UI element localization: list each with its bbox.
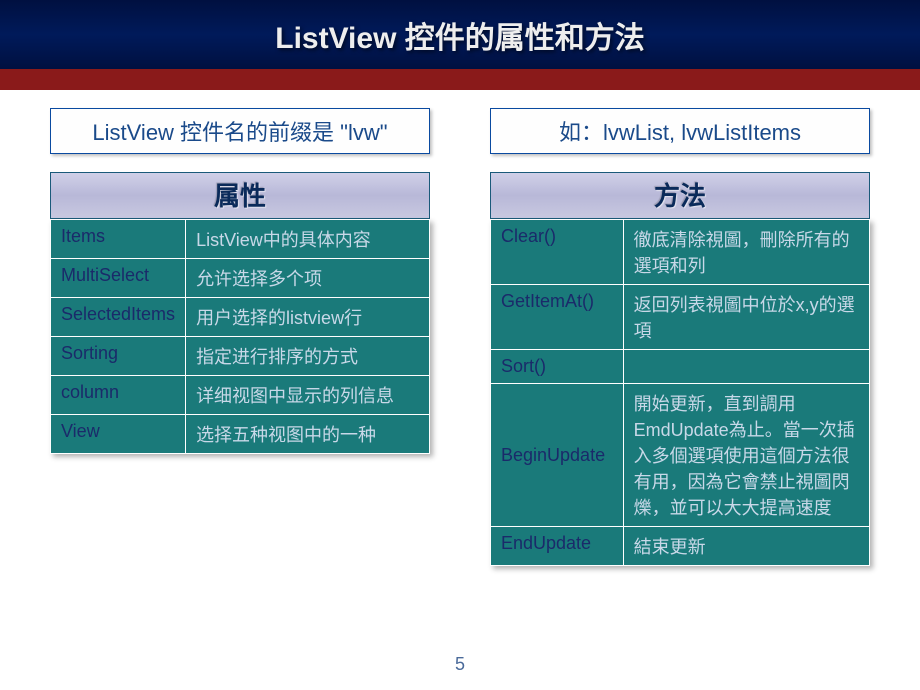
method-name: Sort() [491, 350, 624, 384]
method-desc: 徹底清除視圖，刪除所有的選項和列 [623, 220, 869, 285]
right-column: 如：lvwList, lvwListItems 方法 Clear() 徹底清除視… [490, 108, 870, 566]
method-desc: 結束更新 [623, 527, 869, 566]
method-name: EndUpdate [491, 527, 624, 566]
left-column: ListView 控件名的前缀是 "lvw" 属性 Items ListView… [50, 108, 430, 566]
left-caption: ListView 控件名的前缀是 "lvw" [50, 108, 430, 154]
table-row: MultiSelect 允许选择多个项 [51, 259, 430, 298]
property-name: SelectedItems [51, 298, 186, 337]
property-desc: 允许选择多个项 [186, 259, 430, 298]
method-desc [623, 350, 869, 384]
table-row: EndUpdate 結束更新 [491, 527, 870, 566]
properties-table: Items ListView中的具体内容 MultiSelect 允许选择多个项… [50, 219, 430, 454]
property-desc: 指定进行排序的方式 [186, 337, 430, 376]
table-row: Clear() 徹底清除視圖，刪除所有的選項和列 [491, 220, 870, 285]
property-name: MultiSelect [51, 259, 186, 298]
left-header: 属性 [50, 172, 430, 219]
table-row: View 选择五种视图中的一种 [51, 415, 430, 454]
table-row: column 详细视图中显示的列信息 [51, 376, 430, 415]
property-name: column [51, 376, 186, 415]
method-name: Clear() [491, 220, 624, 285]
table-row: BeginUpdate 開始更新，直到調用EmdUpdate為止。當一次插入多個… [491, 384, 870, 527]
red-stripe [0, 72, 920, 90]
right-header: 方法 [490, 172, 870, 219]
property-name: Sorting [51, 337, 186, 376]
right-caption: 如：lvwList, lvwListItems [490, 108, 870, 154]
methods-table: Clear() 徹底清除視圖，刪除所有的選項和列 GetItemAt() 返回列… [490, 219, 870, 566]
method-desc: 返回列表視圖中位於x,y的選項 [623, 285, 869, 350]
table-row: GetItemAt() 返回列表視圖中位於x,y的選項 [491, 285, 870, 350]
property-desc: 选择五种视图中的一种 [186, 415, 430, 454]
method-desc: 開始更新，直到調用EmdUpdate為止。當一次插入多個選項使用這個方法很有用，… [623, 384, 869, 527]
title-bar: ListView 控件的属性和方法 [0, 0, 920, 72]
property-name: Items [51, 220, 186, 259]
property-desc: 用户选择的listview行 [186, 298, 430, 337]
property-name: View [51, 415, 186, 454]
property-desc: ListView中的具体内容 [186, 220, 430, 259]
table-row: Items ListView中的具体内容 [51, 220, 430, 259]
property-desc: 详细视图中显示的列信息 [186, 376, 430, 415]
method-name: BeginUpdate [491, 384, 624, 527]
table-row: Sort() [491, 350, 870, 384]
page-number: 5 [0, 654, 920, 675]
table-row: Sorting 指定进行排序的方式 [51, 337, 430, 376]
content-area: ListView 控件名的前缀是 "lvw" 属性 Items ListView… [0, 90, 920, 566]
method-name: GetItemAt() [491, 285, 624, 350]
table-row: SelectedItems 用户选择的listview行 [51, 298, 430, 337]
slide-title: ListView 控件的属性和方法 [275, 13, 645, 57]
